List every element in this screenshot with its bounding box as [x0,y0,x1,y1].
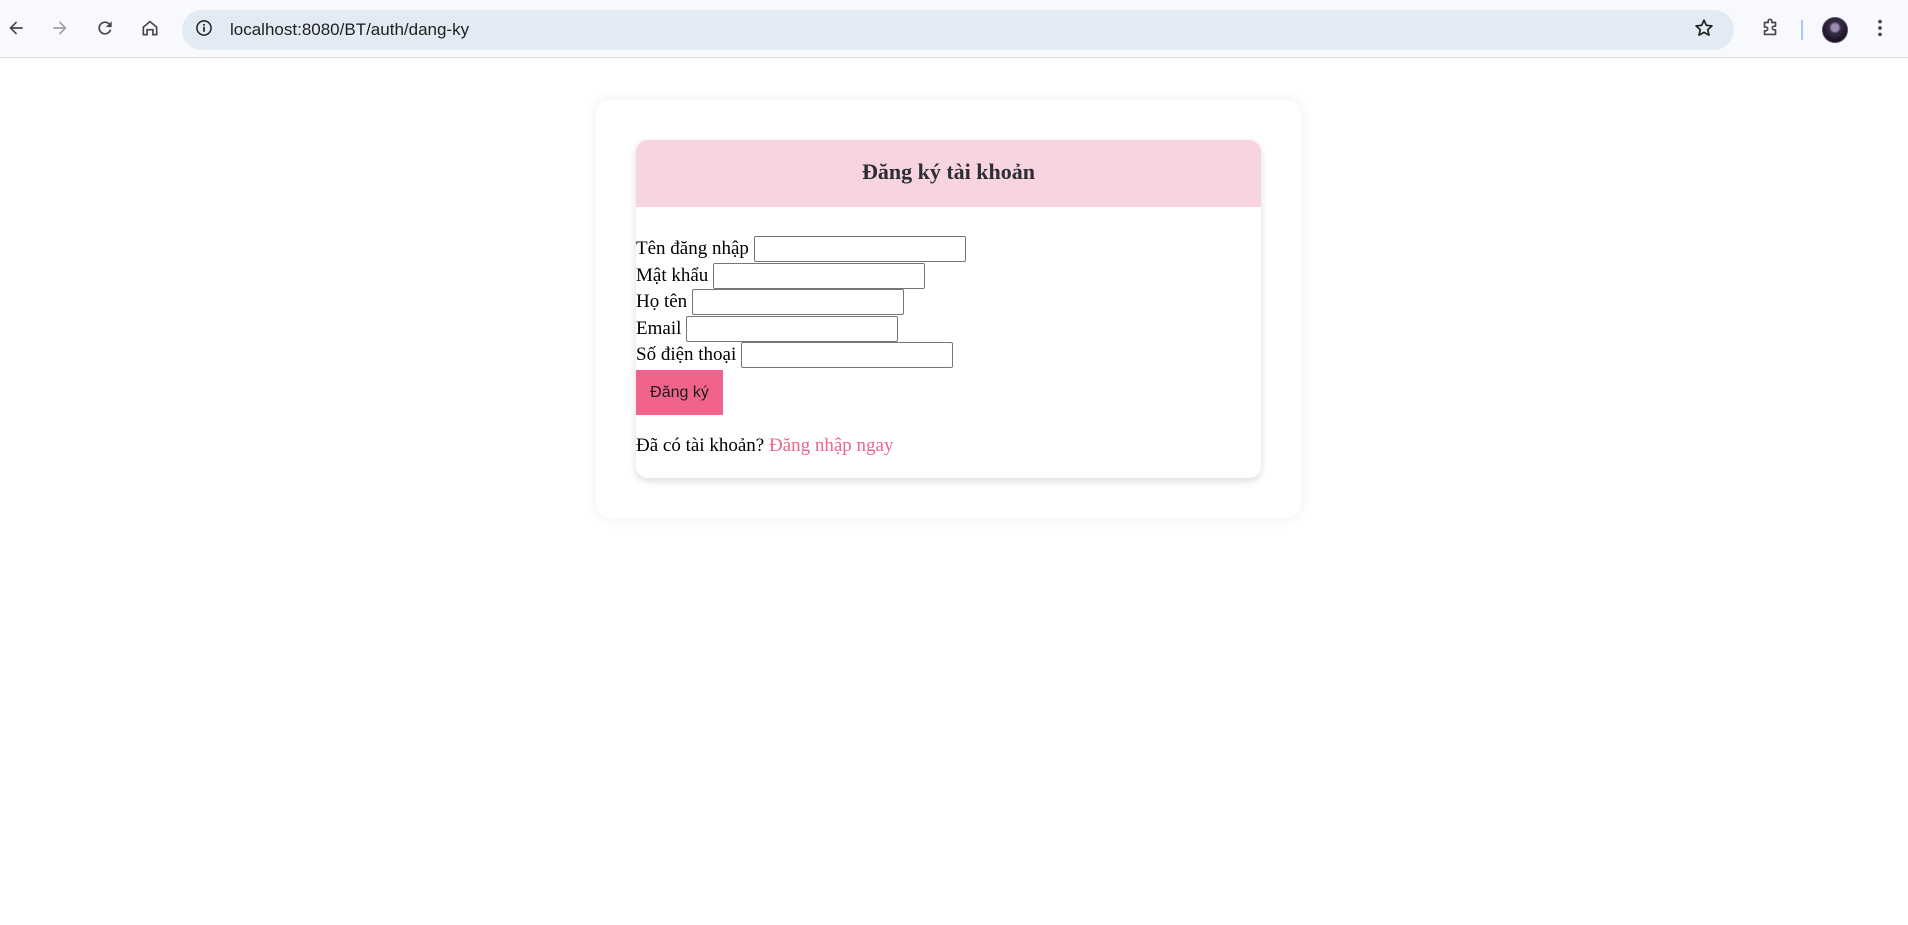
register-form: Tên đăng nhập Mật khẩu Họ tên Email Số đ… [636,236,966,369]
email-input[interactable] [686,315,899,342]
reload-button[interactable] [89,14,121,46]
fullname-row: Họ tên [636,289,966,316]
login-prompt-line: Đã có tài khoản? Đăng nhập ngay [636,435,893,457]
phone-input[interactable] [741,342,954,369]
register-button[interactable]: Đăng ký [636,370,723,415]
reload-icon [95,18,115,43]
register-card: Đăng ký tài khoản Tên đăng nhập Mật khẩu… [636,140,1261,478]
page-title: Đăng ký tài khoản [861,158,1035,184]
home-button[interactable] [134,14,166,46]
password-input[interactable] [713,262,926,289]
email-row: Email [636,315,966,343]
arrow-right-icon [50,18,70,43]
forward-button[interactable] [44,14,76,46]
password-label: Mật khẩu [636,264,709,286]
home-icon [140,18,160,43]
url-text[interactable]: localhost:8080/BT/auth/dang-ky [230,20,469,40]
star-icon [1693,17,1715,44]
username-row: Tên đăng nhập [636,236,966,263]
fullname-label: Họ tên [636,291,688,313]
menu-button[interactable] [1866,14,1894,46]
extensions-button[interactable] [1754,14,1786,46]
login-link[interactable]: Đăng nhập ngay [769,435,894,456]
site-info-button[interactable] [192,18,216,42]
fullname-input[interactable] [692,289,905,316]
address-bar[interactable]: localhost:8080/BT/auth/dang-ky [182,10,1734,50]
page-container: Đăng ký tài khoản Tên đăng nhập Mật khẩu… [596,100,1301,518]
phone-label: Số điện thoại [636,344,737,366]
back-button[interactable] [0,14,32,46]
username-input[interactable] [753,236,966,263]
card-header: Đăng ký tài khoản [636,140,1261,207]
password-row: Mật khẩu [636,262,966,290]
email-label: Email [636,317,682,339]
avatar[interactable] [1822,17,1848,43]
arrow-left-icon [6,18,26,43]
phone-row: Số điện thoại [636,342,966,369]
puzzle-icon [1759,17,1781,44]
bookmark-button[interactable] [1692,18,1716,42]
browser-toolbar: localhost:8080/BT/auth/dang-ky [0,0,1908,58]
login-prompt-text: Đã có tài khoản? [636,435,765,456]
more-vertical-icon [1869,17,1891,44]
toolbar-divider [1801,20,1803,40]
info-icon [194,18,214,43]
username-label: Tên đăng nhập [636,238,749,260]
